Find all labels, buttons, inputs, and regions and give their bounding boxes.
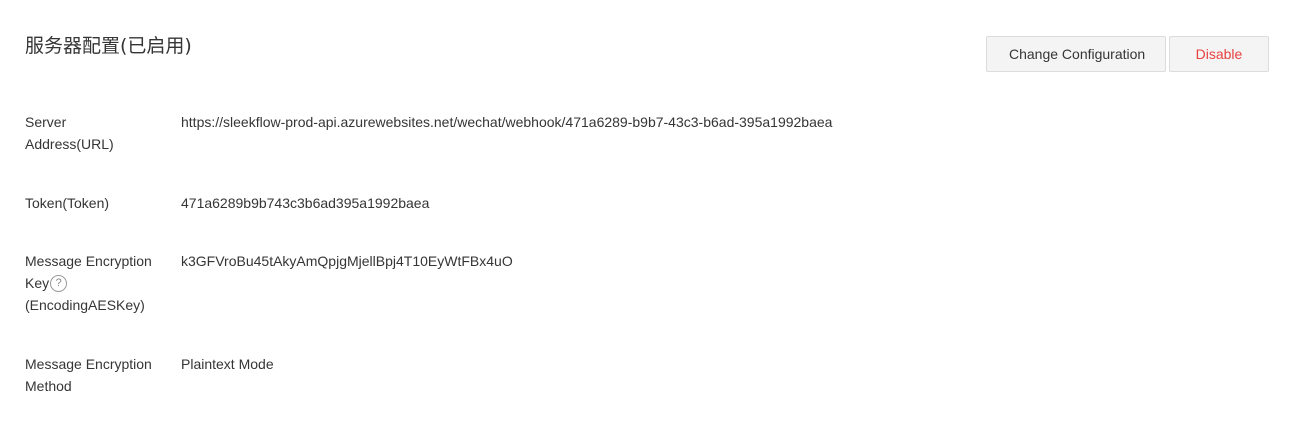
encryption-method-label-line1: Message Encryption bbox=[25, 356, 152, 372]
encryption-method-label: Message Encryption Method bbox=[25, 353, 181, 397]
encoding-key-label: Message Encryption Key? (EncodingAESKey) bbox=[25, 250, 181, 316]
encoding-key-row: Message Encryption Key? (EncodingAESKey)… bbox=[25, 250, 513, 316]
change-configuration-button[interactable]: Change Configuration bbox=[986, 36, 1166, 72]
encoding-key-label-line1: Message Encryption bbox=[25, 253, 152, 269]
encryption-method-value: Plaintext Mode bbox=[181, 356, 274, 372]
toolbar: Change Configuration Disable bbox=[986, 36, 1269, 72]
token-value: 471a6289b9b743c3b6ad395a1992baea bbox=[181, 195, 430, 211]
encryption-method-label-line2: Method bbox=[25, 378, 72, 394]
encoding-key-label-line2: Key bbox=[25, 275, 50, 291]
page-title: 服务器配置(已启用) bbox=[25, 35, 192, 57]
help-icon[interactable]: ? bbox=[50, 274, 68, 292]
server-address-value: https://sleekflow-prod-api.azurewebsites… bbox=[181, 114, 833, 130]
encryption-method-row: Message Encryption Method Plaintext Mode bbox=[25, 353, 274, 397]
token-row: Token(Token) 471a6289b9b743c3b6ad395a199… bbox=[25, 192, 429, 214]
server-address-label-line2: Address(URL) bbox=[25, 136, 114, 152]
encoding-key-value: k3GFVroBu45tAkyAmQpjgMjellBpj4T10EyWtFBx… bbox=[181, 253, 513, 269]
disable-button[interactable]: Disable bbox=[1169, 36, 1269, 72]
encoding-key-label-line3: (EncodingAESKey) bbox=[25, 297, 145, 313]
encoding-key-label-line2-wrap: Key? bbox=[25, 272, 181, 294]
token-label: Token(Token) bbox=[25, 195, 110, 211]
server-address-row: Server Address(URL) https://sleekflow-pr… bbox=[25, 111, 832, 155]
server-address-label: Server Address(URL) bbox=[25, 111, 181, 155]
server-address-label-line1: Server bbox=[25, 114, 67, 130]
